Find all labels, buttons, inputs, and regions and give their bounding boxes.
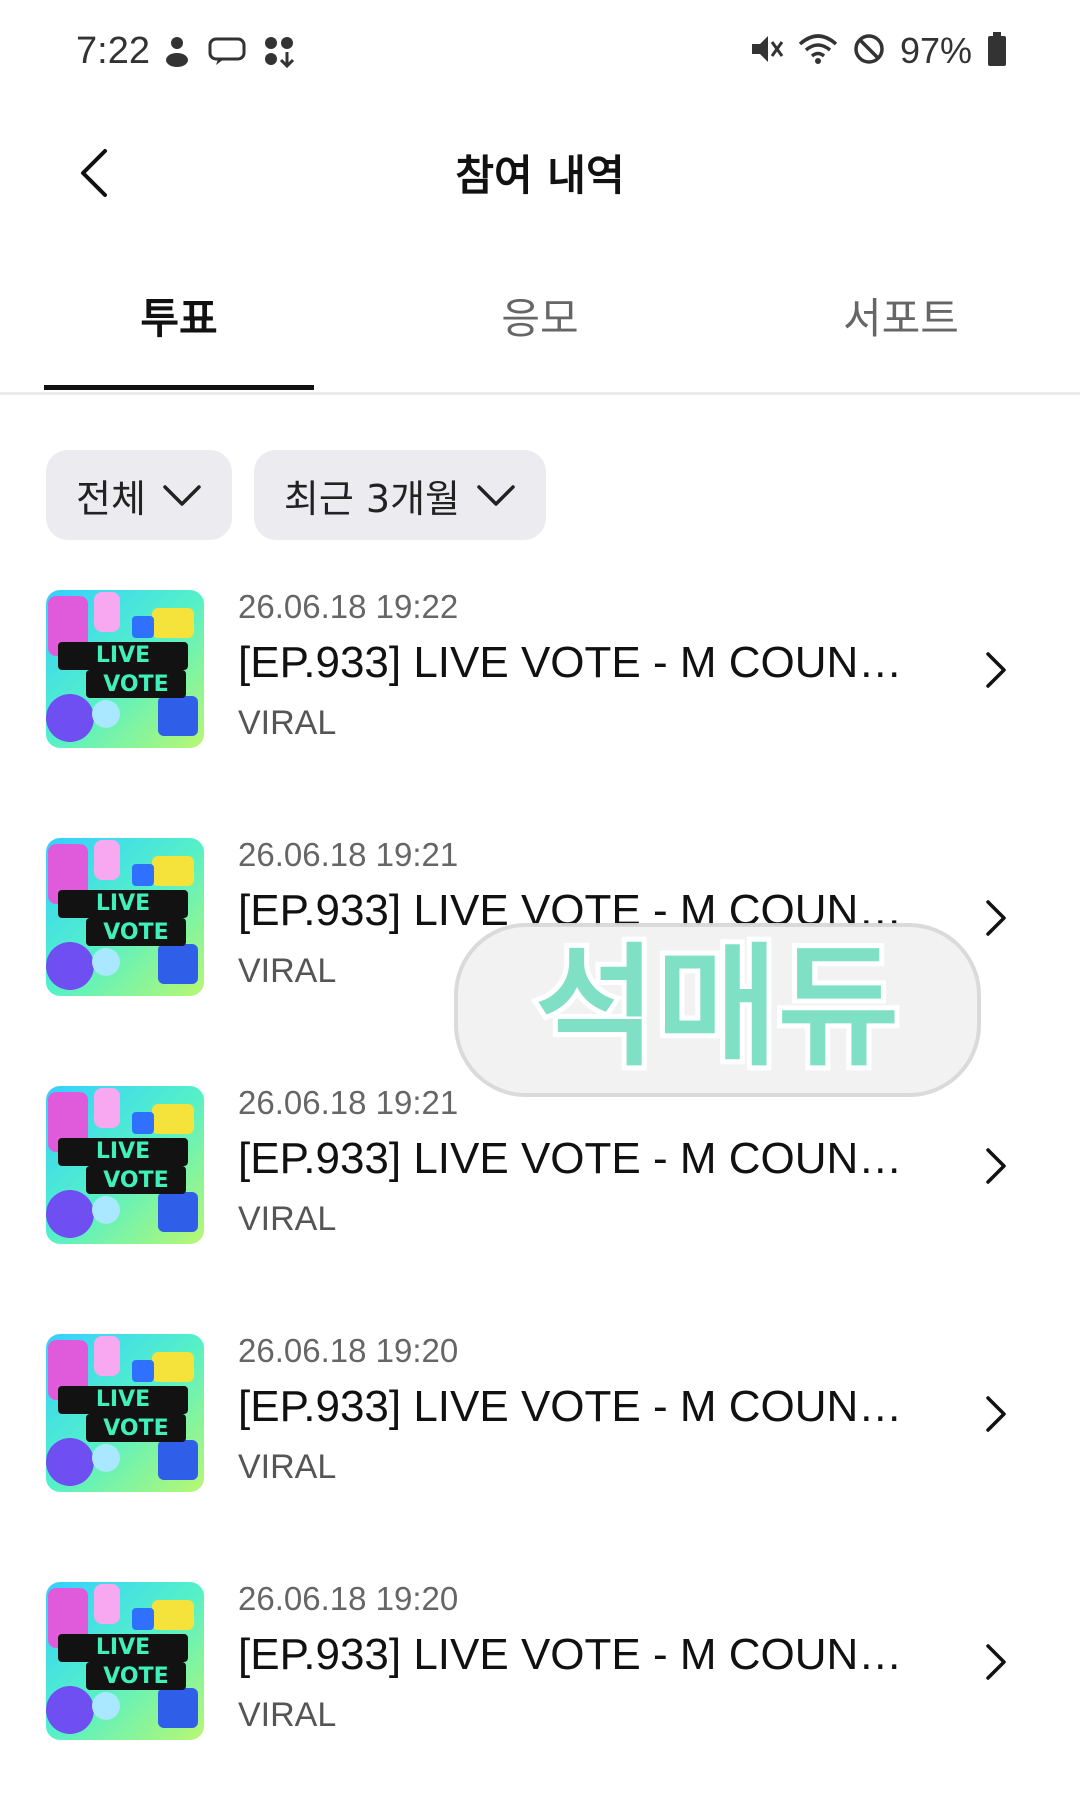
thumbnail-text-vote: VOTE — [103, 920, 168, 945]
item-date: 26.06.18 19:21 — [238, 836, 459, 873]
item-source: VIRAL — [238, 952, 337, 990]
type-filter-dropdown[interactable]: 전체 — [46, 450, 232, 540]
item-title: [EP.933] LIVE VOTE - M COUNTDOWN — [238, 886, 918, 935]
thumbnail-text-vote: VOTE — [103, 672, 168, 697]
list-item[interactable]: LIVE VOTE 26.06.18 19:21 [EP.933] LIVE V… — [0, 828, 1080, 1076]
item-source: VIRAL — [238, 1448, 337, 1486]
app-grid-icon — [262, 34, 296, 72]
chevron-down-icon — [476, 473, 516, 517]
tab-bar: 투표 응모 서포트 — [0, 255, 1080, 395]
item-title: [EP.933] LIVE VOTE - M COUNTDOWN — [238, 1134, 918, 1183]
list-item[interactable]: LIVE VOTE 26.06.18 19:21 [EP.933] LIVE V… — [0, 1076, 1080, 1324]
chevron-right-icon — [978, 640, 1018, 700]
chevron-right-icon — [978, 1632, 1018, 1692]
item-date: 26.06.18 19:20 — [238, 1332, 459, 1369]
thumbnail-text-vote: VOTE — [103, 1664, 168, 1689]
chevron-down-icon — [162, 473, 202, 517]
thumbnail-text-live: LIVE — [96, 1139, 150, 1164]
thumbnail-text-vote: VOTE — [103, 1416, 168, 1441]
battery-icon — [986, 31, 1008, 71]
filter-bar: 전체 최근 3개월 — [46, 450, 547, 540]
thumbnail-text-live: LIVE — [96, 1635, 150, 1660]
thumbnail-text-vote: VOTE — [103, 1168, 168, 1193]
live-vote-thumbnail: LIVE VOTE — [46, 1086, 204, 1244]
type-filter-label: 전체 — [76, 476, 146, 521]
list-item[interactable]: LIVE VOTE 26.06.18 19:20 [EP.933] LIVE V… — [0, 1324, 1080, 1572]
item-source: VIRAL — [238, 1696, 337, 1734]
thumbnail-text-live: LIVE — [96, 1387, 150, 1412]
item-date: 26.06.18 19:22 — [238, 588, 459, 625]
status-right-icons: 97% — [748, 30, 1008, 72]
wifi-icon — [798, 32, 838, 70]
thumbnail-text-live: LIVE — [96, 891, 150, 916]
person-icon — [160, 34, 194, 72]
live-vote-thumbnail: LIVE VOTE — [46, 838, 204, 996]
page-title: 참여 내역 — [455, 151, 625, 200]
period-filter-dropdown[interactable]: 최근 3개월 — [253, 450, 547, 540]
active-tab-indicator — [44, 385, 314, 390]
mute-icon — [748, 32, 784, 70]
live-vote-thumbnail: LIVE VOTE — [46, 590, 204, 748]
tab-vote[interactable]: 투표 — [44, 285, 314, 346]
live-vote-thumbnail: LIVE VOTE — [46, 1582, 204, 1740]
status-left-icons — [160, 34, 296, 72]
app-header: 참여 내역 — [0, 110, 1080, 240]
item-date: 26.06.18 19:20 — [238, 1580, 459, 1617]
item-source: VIRAL — [238, 704, 337, 742]
chevron-right-icon — [978, 1384, 1018, 1444]
list-item[interactable]: LIVE VOTE 26.06.18 19:20 [EP.933] LIVE V… — [0, 1572, 1080, 1820]
thumbnail-text-live: LIVE — [96, 643, 150, 668]
item-title: [EP.933] LIVE VOTE - M COUNTDOWN — [238, 1630, 918, 1679]
do-not-disturb-icon — [852, 32, 886, 70]
period-filter-label: 최근 3개월 — [283, 476, 461, 521]
chat-icon — [208, 35, 248, 71]
live-vote-thumbnail: LIVE VOTE — [46, 1334, 204, 1492]
tab-entry[interactable]: 응모 — [405, 285, 675, 346]
item-source: VIRAL — [238, 1200, 337, 1238]
list-item[interactable]: LIVE VOTE 26.06.18 19:22 [EP.933] LIVE V… — [0, 580, 1080, 828]
battery-percent: 97% — [899, 30, 972, 71]
status-bar: 7:22 97% — [0, 0, 1080, 110]
item-title: [EP.933] LIVE VOTE - M COUNTDOWN — [238, 1382, 918, 1431]
chevron-right-icon — [978, 1136, 1018, 1196]
chevron-right-icon — [978, 888, 1018, 948]
status-time: 7:22 — [76, 30, 150, 72]
item-date: 26.06.18 19:21 — [238, 1084, 459, 1121]
participation-list: LIVE VOTE 26.06.18 19:22 [EP.933] LIVE V… — [0, 580, 1080, 1820]
tab-support[interactable]: 서포트 — [766, 285, 1036, 346]
item-title: [EP.933] LIVE VOTE - M COUNTDOWN — [238, 638, 918, 687]
